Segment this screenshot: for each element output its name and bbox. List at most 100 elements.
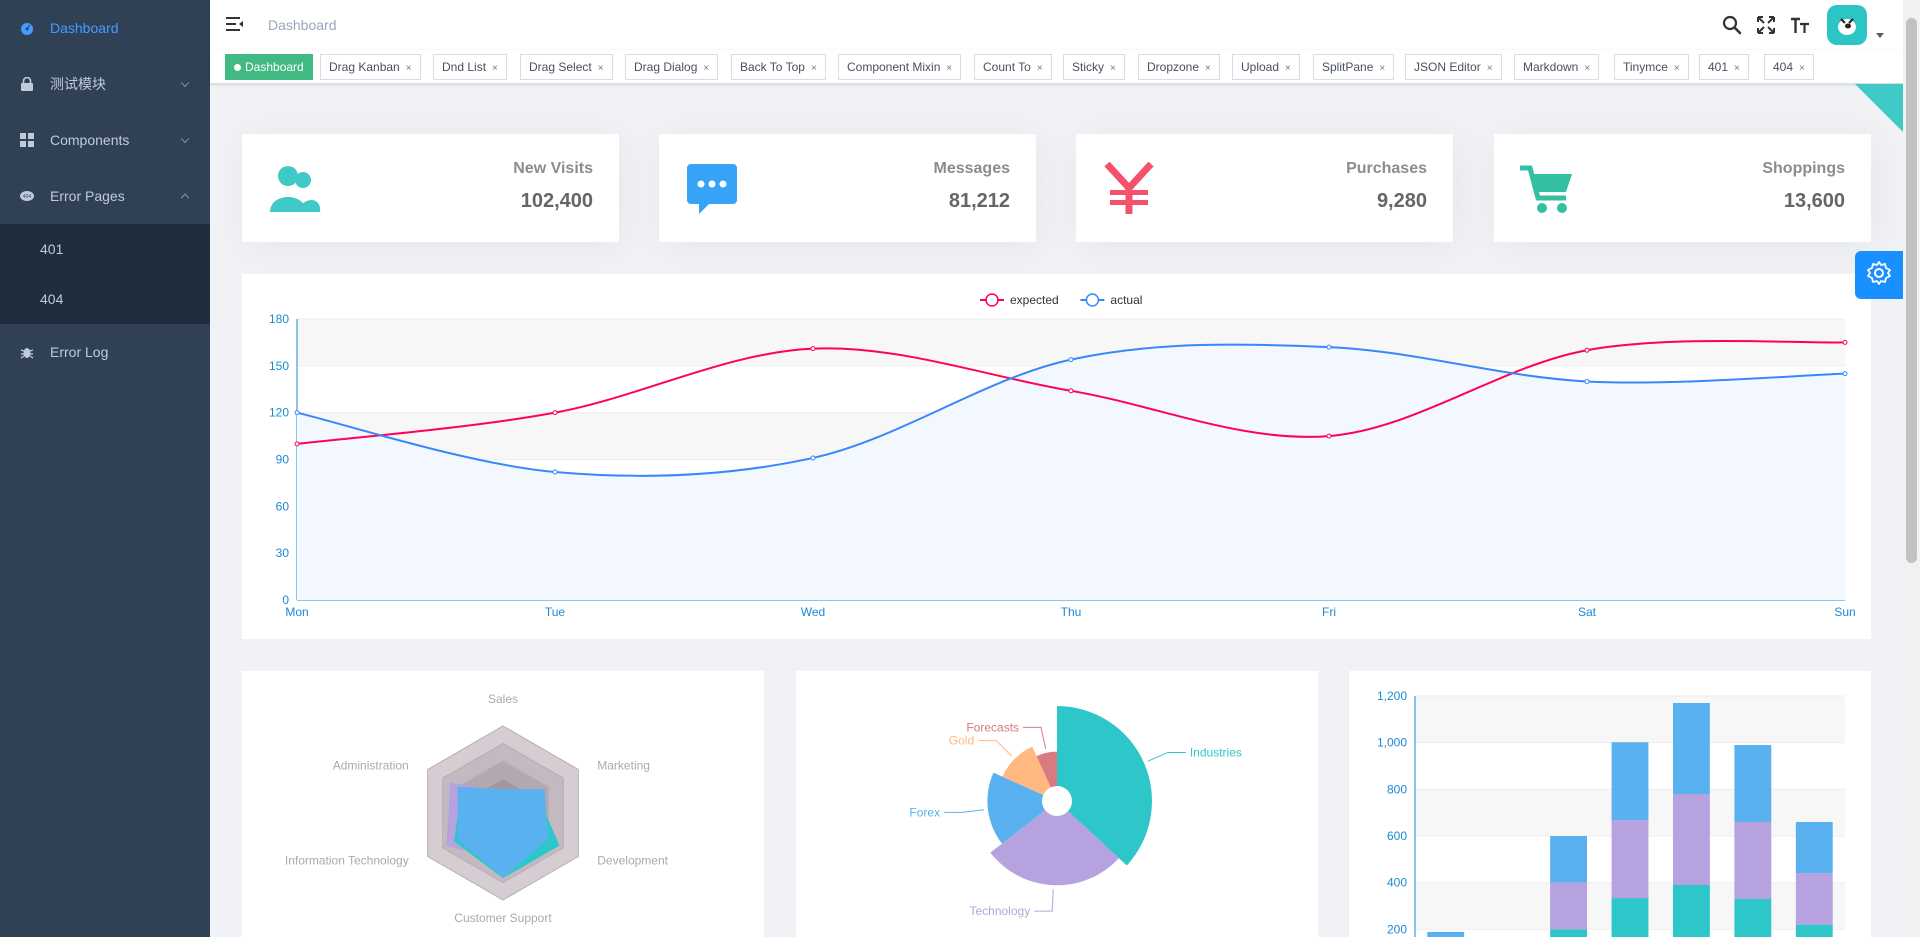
bar-segment (1550, 929, 1587, 937)
radar-chart: Sales Marketing Development Customer Suppor… (285, 692, 669, 925)
sidebar-item-error-log[interactable]: Error Log (0, 324, 210, 380)
close-icon[interactable]: × (1487, 63, 1493, 74)
legend-item-expected: expected (980, 293, 1059, 307)
error-pages-submenu: 401 404 (0, 224, 210, 324)
chevron-down-icon (180, 134, 190, 144)
close-icon[interactable]: × (1110, 63, 1116, 74)
close-icon[interactable]: × (492, 63, 498, 74)
y-tick-label: 120 (269, 406, 289, 420)
font-size-icon[interactable] (1789, 14, 1811, 36)
settings-button[interactable] (1855, 251, 1903, 299)
tag-drag-dialog[interactable]: Drag Dialog × (625, 54, 719, 80)
pie-label: Gold (949, 734, 974, 748)
panel-title: New Visits (513, 160, 593, 177)
close-icon[interactable]: × (1379, 63, 1385, 74)
tag-404[interactable]: 404 × (1764, 54, 1814, 80)
page-scrollbar[interactable] (1903, 0, 1920, 937)
data-point-actual (1068, 357, 1074, 363)
tag-sticky[interactable]: Sticky × (1063, 54, 1125, 80)
dashboard-icon (20, 21, 34, 35)
panel-value: 81,212 (948, 190, 1010, 212)
sidebar-item-dashboard[interactable]: Dashboard (0, 0, 210, 56)
pie-label-line (1034, 889, 1054, 912)
close-icon[interactable]: × (1584, 63, 1590, 74)
close-icon[interactable]: × (1799, 63, 1805, 74)
panel-title: Purchases (1346, 160, 1427, 177)
close-icon[interactable]: × (1037, 63, 1043, 74)
x-tick-label: Thu (1061, 605, 1082, 619)
tag-back-to-top[interactable]: Back To Top × (731, 54, 826, 80)
radar-indicator-label: Information Technology (285, 854, 409, 868)
sidebar-item-components[interactable]: Components (0, 112, 210, 168)
panel-purchases[interactable]: Purchases 9,280 (1076, 134, 1453, 242)
legend-label: expected (1010, 293, 1059, 307)
pie-label: Technology (969, 904, 1030, 918)
fullscreen-icon[interactable] (1755, 14, 1777, 36)
sidebar-item-404[interactable]: 404 (0, 274, 210, 324)
pie-label-line (1147, 751, 1186, 762)
x-tick-label: Tue (545, 605, 566, 619)
y-tick-label: 60 (276, 499, 290, 513)
radar-indicator-label: Customer Support (454, 911, 552, 925)
chevron-up-icon (180, 193, 190, 203)
legend-marker (985, 293, 999, 307)
panel-value: 102,400 (520, 190, 593, 212)
close-icon[interactable]: × (1205, 63, 1211, 74)
tag-401[interactable]: 401 × (1699, 54, 1749, 80)
bar-segment (1611, 898, 1649, 937)
x-tick-label: Fri (1322, 605, 1336, 619)
close-icon[interactable]: × (811, 63, 817, 74)
close-icon[interactable]: × (1285, 63, 1291, 74)
scrollbar-thumb[interactable] (1906, 18, 1917, 563)
close-icon[interactable]: × (598, 63, 604, 74)
pie-label: Forecasts (966, 720, 1019, 734)
bar-segment (1550, 882, 1587, 930)
404-icon: 404 (20, 189, 34, 203)
tag-splitpane[interactable]: SplitPane × (1313, 54, 1395, 80)
tag-json-editor[interactable]: JSON Editor × (1405, 54, 1502, 80)
bar-segment (1550, 836, 1587, 883)
caret-down-icon[interactable] (1876, 33, 1884, 38)
close-icon[interactable]: × (703, 63, 709, 74)
navbar: Dashboard (210, 0, 1903, 50)
tag-dashboard[interactable]: Dashboard (225, 54, 313, 80)
y-tick-label: 180 (269, 312, 289, 326)
data-point-actual (1326, 344, 1332, 350)
sidebar-item-test-module[interactable]: 测试模块 (0, 56, 210, 112)
bar-segment (1673, 703, 1710, 794)
radar-indicator-label: Administration (333, 759, 409, 773)
search-icon[interactable] (1721, 14, 1743, 36)
tag-markdown[interactable]: Markdown × (1514, 54, 1600, 80)
tag-drag-select[interactable]: Drag Select × (520, 54, 613, 80)
bar-segment (1734, 822, 1772, 899)
panel-value: 13,600 (1783, 190, 1845, 212)
y-tick-label: 400 (1387, 876, 1407, 890)
panel-shoppings[interactable]: Shoppings 13,600 (1494, 134, 1871, 242)
avatar[interactable] (1827, 5, 1867, 45)
tag-count-to[interactable]: Count To × (974, 54, 1052, 80)
hamburger-icon[interactable] (226, 16, 244, 32)
line-chart: 0306090120150180Mon Tue Wed Thu Fri Sat Sunexp… (269, 293, 1856, 619)
data-point-expected (1584, 347, 1590, 353)
sidebar-item-error-pages[interactable]: 404 Error Pages (0, 168, 210, 224)
tag-upload[interactable]: Upload × (1232, 54, 1300, 80)
radar-indicator-label: Sales (488, 692, 518, 706)
active-dot-icon (234, 64, 241, 71)
tag-drag-kanban[interactable]: Drag Kanban × (320, 54, 421, 80)
sidebar-item-401[interactable]: 401 (0, 224, 210, 274)
tag-tinymce[interactable]: Tinymce × (1614, 54, 1689, 80)
close-icon[interactable]: × (1674, 63, 1680, 74)
tag-component-mixin[interactable]: Component Mixin × (838, 54, 962, 80)
close-icon[interactable]: × (406, 63, 412, 74)
tag-dnd-list[interactable]: Dnd List × (433, 54, 507, 80)
lock-icon (20, 77, 34, 91)
data-point-expected (810, 346, 816, 352)
close-icon[interactable]: × (1734, 63, 1740, 74)
gear-icon (1867, 260, 1891, 290)
panel-messages[interactable]: Messages 81,212 (659, 134, 1036, 242)
data-point-actual (1584, 378, 1590, 384)
close-icon[interactable]: × (946, 63, 952, 74)
bar-segment (1611, 820, 1649, 899)
panel-new-visits[interactable]: New Visits 102,400 (242, 134, 619, 242)
tag-dropzone[interactable]: Dropzone × (1138, 54, 1220, 80)
